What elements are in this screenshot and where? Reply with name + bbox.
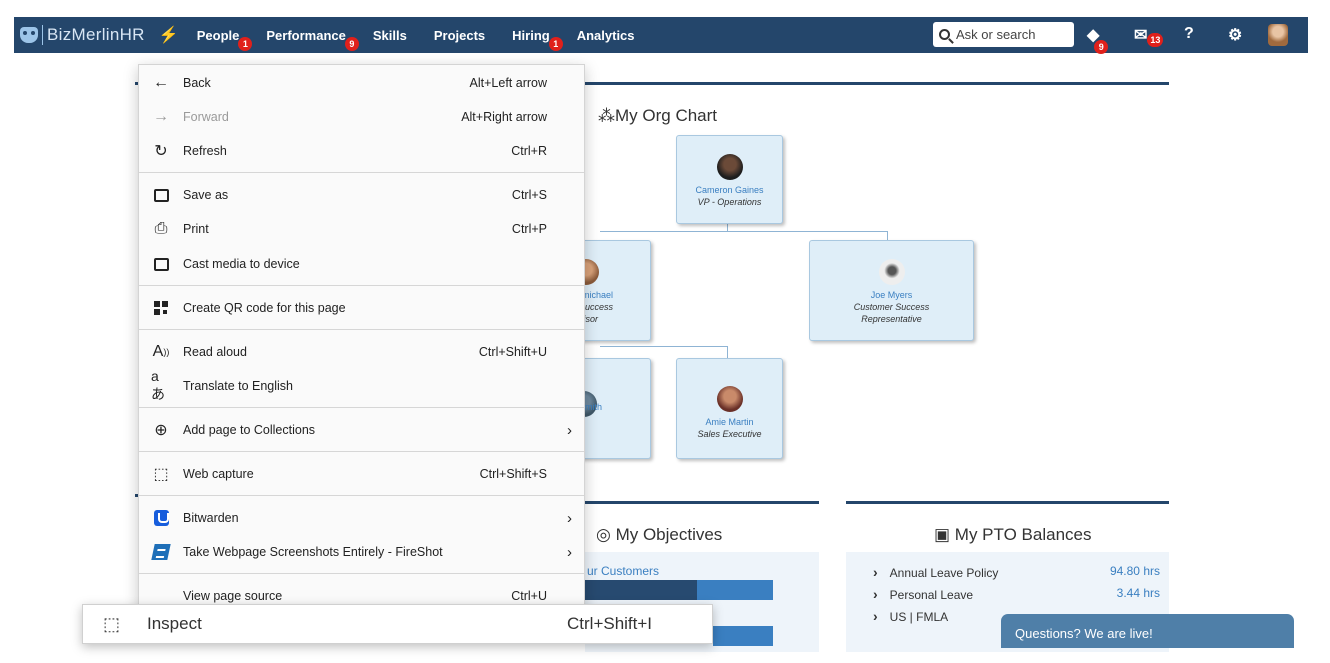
menu-item-inspect[interactable]: ⬚ Inspect Ctrl+Shift+I <box>82 604 713 644</box>
settings-icon[interactable]: ⚙ <box>1228 25 1242 45</box>
section-divider <box>846 501 1169 504</box>
tasks-badge: 9 <box>1094 40 1109 54</box>
performance-badge: 9 <box>344 36 359 51</box>
hiring-badge: 1 <box>548 36 563 51</box>
lightning-icon[interactable]: ⚡ <box>159 25 179 45</box>
objective-link[interactable]: ur Customers <box>587 564 659 578</box>
nav-projects[interactable]: Projects <box>434 28 485 43</box>
brand-logo[interactable]: BizMerlinHR <box>20 22 145 48</box>
menu-separator <box>139 451 584 452</box>
menu-separator <box>139 172 584 173</box>
bitwarden-icon <box>151 508 171 528</box>
menu-separator <box>139 329 584 330</box>
main-nav: People 1 Performance 9 Skills Projects Hir… <box>197 28 662 51</box>
tasks-icon[interactable]: ◆ 9 <box>1087 25 1109 54</box>
chevron-right-icon: › <box>567 509 572 527</box>
menu-item-cast[interactable]: Cast media to device <box>139 249 584 279</box>
org-photo <box>878 259 905 285</box>
objective-progress-remaining <box>697 580 773 600</box>
messages-icon[interactable]: ✉ 13 <box>1134 25 1164 47</box>
menu-item-translate[interactable]: aあ Translate to English <box>139 368 584 402</box>
chevron-right-icon: › <box>567 543 572 561</box>
nav-performance[interactable]: Performance 9 <box>266 28 359 51</box>
chevron-right-icon: › <box>567 421 572 439</box>
avatar[interactable] <box>1268 24 1288 46</box>
menu-separator <box>139 407 584 408</box>
save-icon <box>151 185 171 205</box>
menu-item-forward[interactable]: → Forward Alt+Right arrow <box>139 102 584 132</box>
menu-item-fireshot[interactable]: Take Webpage Screenshots Entirely - Fire… <box>139 537 584 567</box>
objective-progress <box>713 626 773 646</box>
org-node-joe-myers[interactable]: Joe Myers Customer Success Representativ… <box>809 240 974 341</box>
menu-item-qr-code[interactable]: Create QR code for this page <box>139 293 584 323</box>
collections-icon: ⊕ <box>154 422 168 439</box>
org-chart-icon: ⁂ <box>598 106 615 125</box>
section-divider <box>585 501 819 504</box>
org-node-cameron-gaines[interactable]: Cameron Gaines VP - Operations <box>676 135 783 224</box>
menu-separator <box>139 285 584 286</box>
objectives-title: ◎ My Objectives <box>596 525 723 544</box>
back-arrow-icon: ← <box>153 74 169 91</box>
org-photo <box>716 154 743 180</box>
menu-item-collections[interactable]: ⊕ Add page to Collections › <box>139 415 584 445</box>
search-input[interactable] <box>956 27 1066 42</box>
objective-progress <box>585 580 697 600</box>
fireshot-icon <box>151 542 171 562</box>
org-connector <box>600 346 727 347</box>
org-node-smith[interactable]: Smith <box>571 358 651 459</box>
top-navigation-bar: BizMerlinHR ⚡ People 1 Performance 9 Skill… <box>14 17 1308 54</box>
nav-skills[interactable]: Skills <box>373 28 407 43</box>
menu-item-back[interactable]: ← Back Alt+Left arrow <box>139 68 584 98</box>
menu-item-save-as[interactable]: Save as Ctrl+S <box>139 180 584 210</box>
people-badge: 1 <box>238 36 253 51</box>
org-node-carmichael[interactable]: rmichael Success visor <box>573 240 651 341</box>
web-capture-icon: ⬚ <box>153 466 169 483</box>
context-menu: ← Back Alt+Left arrow → Forward Alt+Right ar… <box>138 64 585 624</box>
search-icon <box>939 29 950 40</box>
org-node-amie-martin[interactable]: Amie Martin Sales Executive <box>676 358 783 459</box>
menu-separator <box>139 573 584 574</box>
target-icon: ◎ <box>596 525 616 544</box>
print-icon: ⎙ <box>154 220 168 237</box>
pto-row[interactable]: Personal Leave3.44 hrs <box>873 586 1160 602</box>
cast-icon <box>151 254 171 274</box>
nav-hiring[interactable]: Hiring 1 <box>512 28 563 51</box>
logo-text: BizMerlinHR <box>42 25 145 45</box>
forward-arrow-icon: → <box>153 108 169 125</box>
menu-separator <box>139 495 584 496</box>
messages-badge: 13 <box>1147 33 1164 47</box>
calendar-icon: ▣ <box>934 525 955 544</box>
help-icon[interactable]: ? <box>1184 25 1194 43</box>
org-chart-title: ⁂My Org Chart <box>598 106 718 125</box>
org-connector <box>727 346 728 358</box>
menu-item-web-capture[interactable]: ⬚ Web capture Ctrl+Shift+S <box>139 459 584 489</box>
refresh-icon: ↻ <box>154 143 168 160</box>
menu-item-print[interactable]: ⎙ Print Ctrl+P <box>139 214 584 244</box>
pto-title: ▣ My PTO Balances <box>934 525 1092 544</box>
nav-people[interactable]: People 1 <box>197 28 253 51</box>
org-photo <box>716 386 743 412</box>
inspect-icon: ⬚ <box>103 613 121 634</box>
live-chat-button[interactable]: Questions? We are live! <box>1001 614 1294 648</box>
search-box[interactable] <box>933 22 1074 47</box>
qr-code-icon <box>151 298 171 318</box>
menu-item-bitwarden[interactable]: Bitwarden › <box>139 503 584 533</box>
menu-item-read-aloud[interactable]: A)) Read aloud Ctrl+Shift+U <box>139 337 584 367</box>
translate-icon: aあ <box>151 368 165 402</box>
org-connector <box>887 231 888 240</box>
menu-item-refresh[interactable]: ↻ Refresh Ctrl+R <box>139 136 584 166</box>
org-connector <box>600 231 888 232</box>
nav-analytics[interactable]: Analytics <box>577 28 635 43</box>
read-aloud-icon: A)) <box>152 343 170 360</box>
logo-icon <box>20 27 38 43</box>
pto-row[interactable]: Annual Leave Policy94.80 hrs <box>873 564 1160 580</box>
